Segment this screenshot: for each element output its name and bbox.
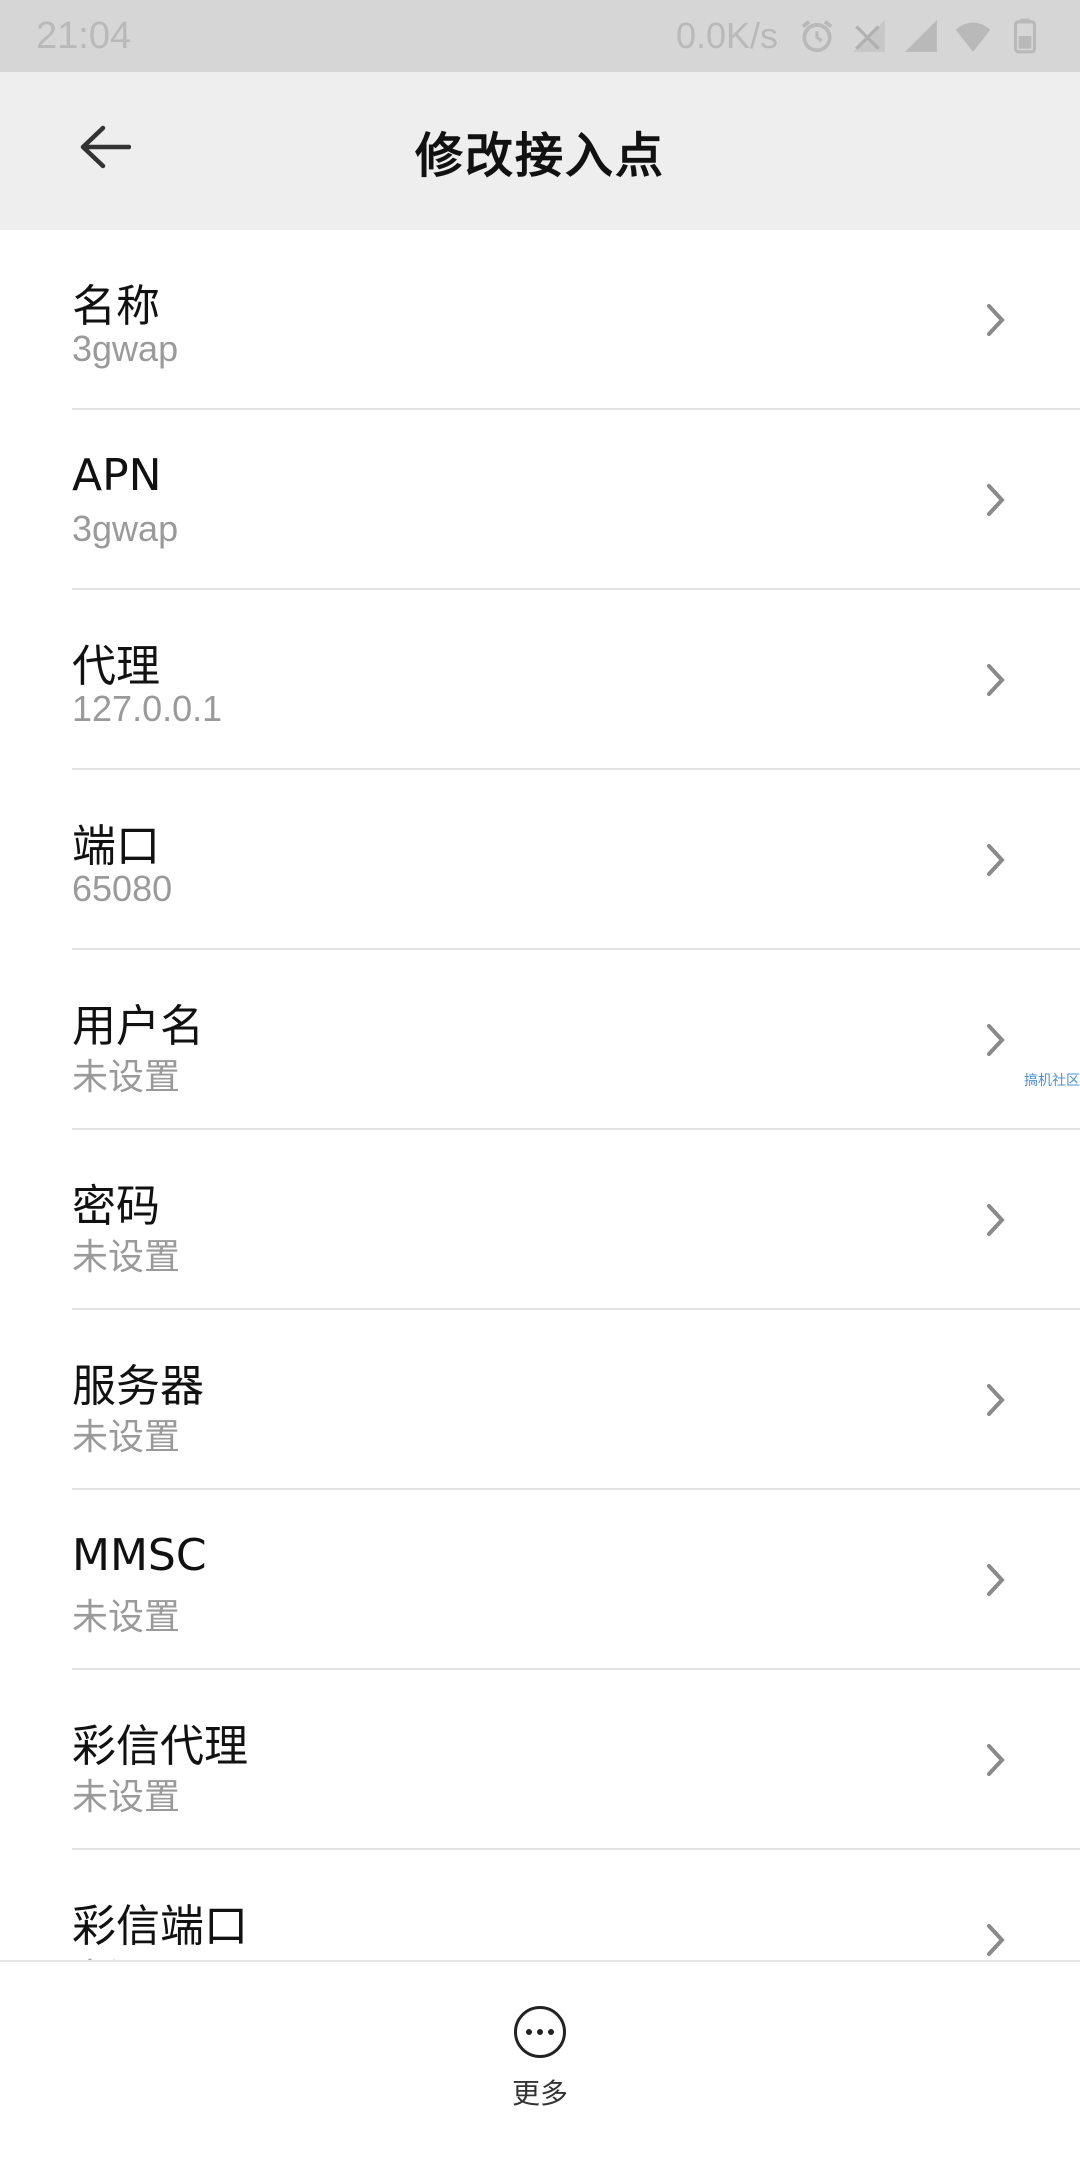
row-label: 名称 — [72, 281, 160, 332]
apn-field-name[interactable]: 名称 3gwap — [72, 230, 1080, 410]
status-time: 21:04 — [36, 14, 132, 57]
status-bar: 21:04 0.0K/s — [0, 0, 1080, 72]
app-bar: 修改接入点 — [0, 72, 1080, 230]
more-label: 更多 — [511, 2077, 568, 2110]
apn-field-mms-proxy[interactable]: 彩信代理 未设置 — [72, 1670, 1080, 1850]
row-value: 127.0.0.1 — [72, 688, 223, 729]
status-icons: 0.0K/s — [676, 15, 1044, 57]
page-title: 修改接入点 — [414, 128, 665, 184]
row-label: 用户名 — [72, 1001, 204, 1052]
apn-field-server[interactable]: 服务器 未设置 — [72, 1310, 1080, 1490]
network-speed: 0.0K/s — [675, 15, 778, 56]
more-button[interactable]: 更多 — [512, 2006, 568, 2112]
chevron-right-icon — [987, 1204, 1005, 1236]
signal-off-icon — [853, 20, 885, 52]
chevron-right-icon — [987, 1384, 1005, 1416]
wifi-icon — [955, 22, 991, 52]
apn-field-username[interactable]: 用户名 未设置 — [72, 950, 1080, 1130]
row-value: 3gwap — [72, 508, 179, 549]
back-arrow-icon — [80, 125, 131, 169]
row-value: 3gwap — [72, 328, 179, 369]
back-button[interactable] — [70, 112, 140, 182]
row-label: 彩信代理 — [72, 1721, 248, 1772]
chevron-right-icon — [987, 1564, 1005, 1596]
chevron-right-icon — [987, 304, 1005, 336]
apn-field-port[interactable]: 端口 65080 — [72, 770, 1080, 950]
watermark: 搞机社区 — [1024, 1073, 1080, 1089]
apn-field-apn[interactable]: APN 3gwap — [72, 410, 1080, 590]
bottom-action-bar: 更多 — [0, 1960, 1080, 2160]
row-value: 未设置 — [72, 1056, 181, 1097]
row-label: 服务器 — [72, 1361, 204, 1412]
row-value: 65080 — [72, 868, 173, 909]
chevron-right-icon — [987, 484, 1005, 516]
row-value: 未设置 — [72, 1416, 181, 1457]
row-label: 密码 — [72, 1181, 160, 1232]
apn-field-mmsc[interactable]: MMSC 未设置 — [72, 1490, 1080, 1670]
row-label: 端口 — [72, 821, 160, 872]
row-label: APN — [72, 450, 162, 501]
more-options-icon — [513, 2006, 566, 2058]
alarm-icon — [801, 20, 833, 53]
chevron-right-icon — [987, 664, 1005, 696]
row-value: 未设置 — [72, 1596, 181, 1637]
battery-icon — [1013, 18, 1037, 54]
row-value: 未设置 — [72, 1776, 181, 1817]
chevron-right-icon — [987, 844, 1005, 876]
apn-field-mms-port[interactable]: 彩信端口 未设置 — [72, 1850, 1080, 1960]
row-label: MMSC — [72, 1530, 207, 1581]
row-label: 彩信端口 — [72, 1901, 248, 1952]
chevron-right-icon — [987, 1744, 1005, 1776]
apn-settings-list: 名称 3gwap APN 3gwap 代理 127.0.0.1 端口 65080… — [0, 230, 1080, 1960]
row-value: 未设置 — [72, 1948, 180, 1960]
apn-field-password[interactable]: 密码 未设置 — [72, 1130, 1080, 1310]
apn-field-proxy[interactable]: 代理 127.0.0.1 — [72, 590, 1080, 770]
chevron-right-icon — [987, 1024, 1005, 1056]
chevron-right-icon — [987, 1924, 1005, 1956]
row-label: 代理 — [72, 641, 160, 692]
row-value: 未设置 — [72, 1236, 181, 1277]
signal-icon — [905, 20, 937, 52]
